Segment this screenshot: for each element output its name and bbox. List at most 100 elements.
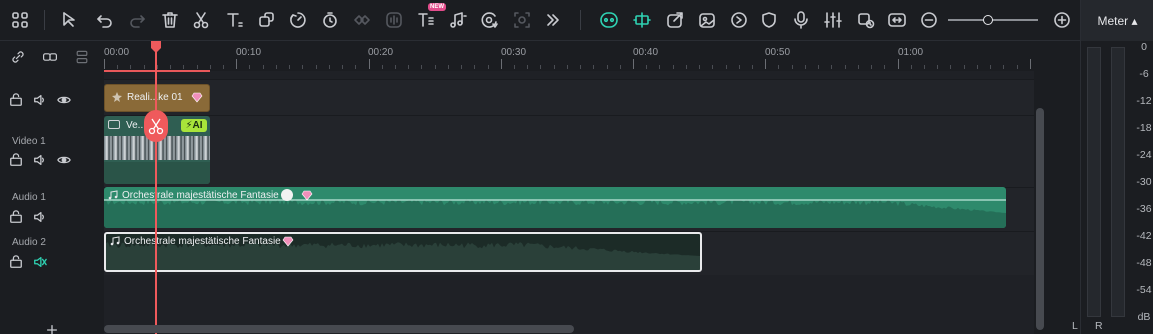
zoom-slider-thumb[interactable]: [983, 15, 993, 25]
speaker-muted-icon[interactable]: [32, 254, 48, 270]
ruler-tick: [805, 65, 806, 69]
add-track-icon[interactable]: [44, 322, 60, 334]
export-icon[interactable]: [663, 8, 687, 32]
eye-icon[interactable]: [56, 152, 72, 168]
playhead-handle[interactable]: [150, 41, 162, 53]
undo-icon[interactable]: [93, 8, 117, 32]
premium-gem-icon: [301, 190, 313, 201]
mixer-icon[interactable]: [821, 8, 845, 32]
mic-icon[interactable]: [789, 8, 813, 32]
zoom-slider-track[interactable]: [948, 19, 1038, 21]
cut-icon[interactable]: [189, 8, 213, 32]
speaker-icon[interactable]: [32, 152, 48, 168]
timeline-toolbar: NEW: [0, 0, 1080, 41]
music-note-icon: [108, 190, 118, 200]
ruler-tick: [527, 65, 528, 69]
ruler-tick: [659, 65, 660, 69]
text-icon[interactable]: [222, 8, 246, 32]
delete-icon[interactable]: [158, 8, 182, 32]
lock-icon[interactable]: [8, 254, 24, 270]
ruler-tick: [408, 65, 409, 69]
lock-icon[interactable]: [8, 92, 24, 108]
ruler-tick: [792, 65, 793, 69]
audio-stretch-icon[interactable]: [727, 8, 751, 32]
audio-clip-1[interactable]: Orchestrale majestätische Fantasie: [104, 187, 1006, 228]
timeline-area[interactable]: 00:00 00:10 00:20 00:30 00:40 00:50 01:0…: [104, 41, 1034, 334]
ruler-tick: [964, 65, 965, 69]
freeze-icon[interactable]: [350, 8, 374, 32]
ruler-tick: [263, 65, 264, 69]
meter-scale-label: -54: [1136, 284, 1152, 296]
text-ai-icon[interactable]: [414, 8, 438, 32]
track-label-audio2: Audio 2: [12, 237, 46, 248]
timer-icon[interactable]: [318, 8, 342, 32]
track-layout-icon[interactable]: [74, 49, 90, 65]
playhead[interactable]: [155, 41, 157, 334]
ruler-tick: [686, 65, 687, 69]
ruler-tick: [448, 65, 449, 69]
ruler-tick: [1003, 65, 1004, 69]
meter-scale-label: -6: [1139, 68, 1149, 80]
title-track[interactable]: [104, 79, 1034, 115]
lock-icon[interactable]: [8, 209, 24, 225]
effect-star-icon: [112, 92, 122, 102]
layout-icon[interactable]: [8, 8, 32, 32]
lock-icon[interactable]: [8, 152, 24, 168]
eye-icon[interactable]: [56, 92, 72, 108]
meter-button[interactable]: Meter ▴: [1081, 0, 1153, 41]
ruler-tick: [977, 65, 978, 69]
replace-icon[interactable]: [854, 8, 878, 32]
ruler-tick: [950, 65, 951, 69]
speed-icon[interactable]: [286, 8, 310, 32]
split-clip-icon[interactable]: [630, 8, 654, 32]
redo-icon[interactable]: [125, 8, 149, 32]
ruler-tick: [633, 59, 634, 69]
meter-scale-label: -24: [1136, 149, 1152, 161]
ruler-tick: [778, 65, 779, 69]
video-track-1[interactable]: [104, 115, 1034, 187]
music-icon[interactable]: [446, 8, 470, 32]
ruler-tick: [488, 65, 489, 69]
image-icon[interactable]: [695, 8, 719, 32]
link-icon[interactable]: [10, 49, 26, 65]
split-scissors-icon[interactable]: [144, 110, 168, 142]
ruler-tick: [831, 65, 832, 69]
premium-gem-icon: [191, 92, 203, 103]
vertical-scrollbar[interactable]: [1036, 108, 1044, 330]
audio-wave-icon[interactable]: [382, 8, 406, 32]
ruler-tick: [355, 65, 356, 69]
zoom-in-icon[interactable]: [1050, 8, 1074, 32]
ai-mask-icon[interactable]: [510, 8, 534, 32]
ruler-tick: [130, 65, 131, 69]
more-icon[interactable]: [541, 8, 565, 32]
ruler-tick: [316, 65, 317, 69]
audio-clip-2[interactable]: Orchestrale majestätische Fantasie: [104, 232, 702, 272]
ruler-tick: [937, 65, 938, 69]
zoom-out-icon[interactable]: [917, 8, 941, 32]
ruler-tick: [620, 65, 621, 69]
select-icon[interactable]: [58, 8, 82, 32]
crop-icon[interactable]: [254, 8, 278, 32]
ruler-tick: [104, 59, 105, 69]
ruler-tick: [197, 65, 198, 69]
shield-icon[interactable]: [757, 8, 781, 32]
ruler-tick: [845, 65, 846, 69]
toolbar-divider: [44, 10, 45, 30]
meter-scale-label: -36: [1136, 203, 1152, 215]
ruler-label: 00:50: [765, 47, 791, 58]
ai-copilot-icon[interactable]: [597, 8, 621, 32]
horizontal-scrollbar[interactable]: [104, 325, 574, 333]
video-clip-icon: [108, 120, 120, 129]
fit-icon[interactable]: [885, 8, 909, 32]
ruler-tick: [712, 65, 713, 69]
meter-scale-label: -30: [1136, 176, 1152, 188]
ruler-tick: [752, 65, 753, 69]
time-ruler[interactable]: 00:00 00:10 00:20 00:30 00:40 00:50 01:0…: [104, 41, 1034, 72]
speaker-icon[interactable]: [32, 209, 48, 225]
ruler-tick: [1017, 65, 1018, 69]
speaker-icon[interactable]: [32, 92, 48, 108]
title-clip[interactable]: Reali...ke 01: [104, 84, 210, 112]
meter-scale-label: -42: [1136, 230, 1152, 242]
ai-color-icon[interactable]: [478, 8, 502, 32]
group-icon[interactable]: [42, 49, 58, 65]
